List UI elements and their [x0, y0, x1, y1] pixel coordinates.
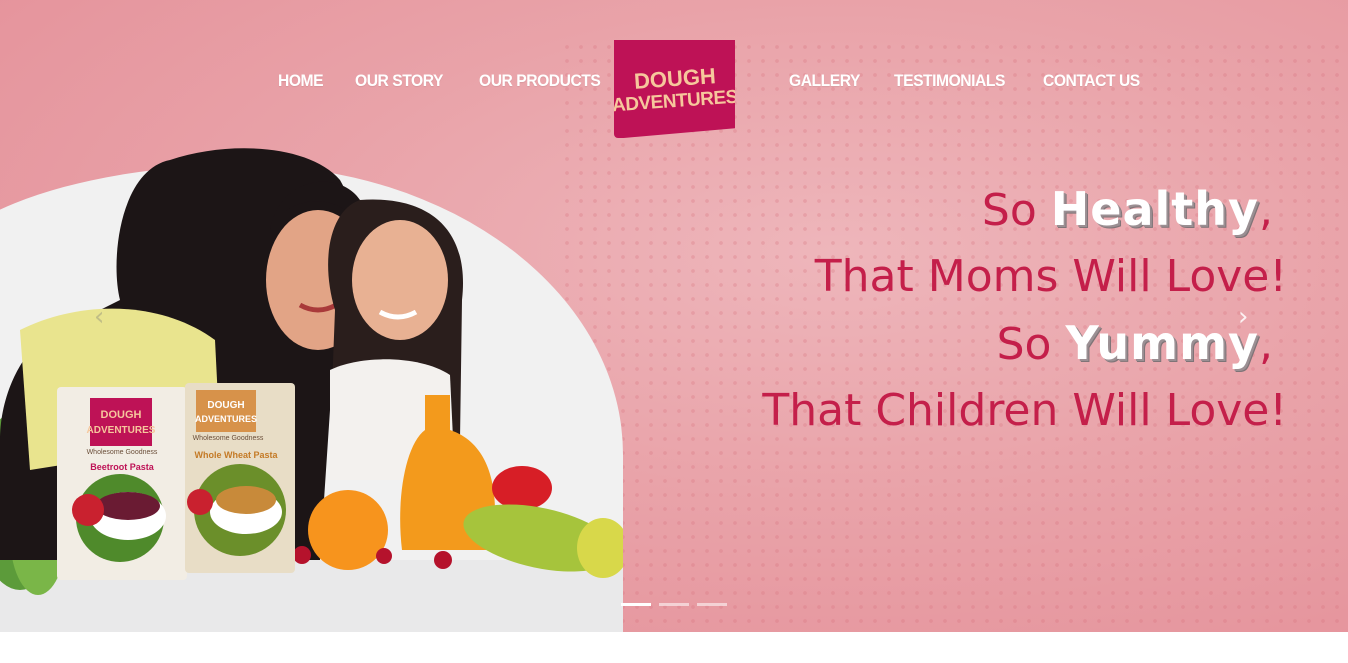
nav-testimonials[interactable]: TESTIMONIALS	[894, 68, 1005, 94]
pack2-brand-line1: DOUGH	[207, 400, 244, 411]
headline-line-3: So Yummy,	[762, 310, 1287, 378]
pack1-tagline: Wholesome Goodness	[87, 449, 158, 456]
carousel-indicators	[621, 603, 727, 606]
carousel-prev-arrow-icon[interactable]: ‹	[94, 304, 104, 330]
beetroot-pasta-pack: DOUGH ADVENTURES Wholesome Goodness Beet…	[57, 387, 187, 580]
headline-accent-healthy: Healthy	[1050, 182, 1259, 236]
nav-gallery[interactable]: GALLERY	[789, 68, 860, 94]
headline-line-1: So Healthy,	[762, 176, 1287, 244]
brand-logo[interactable]: DOUGH ADVENTURES	[614, 40, 735, 138]
pack1-name: Beetroot Pasta	[90, 462, 155, 472]
headline-line3-prefix: So	[996, 319, 1052, 370]
main-nav-right: GALLERY TESTIMONIALS CONTACT US	[789, 68, 1148, 94]
headline-line1-prefix: So	[981, 185, 1037, 236]
pack1-brand-line1: DOUGH	[101, 409, 142, 421]
carousel-indicator-2[interactable]	[659, 603, 689, 606]
logo-line2: ADVENTURES	[610, 86, 739, 116]
nav-our-story[interactable]: OUR STORY	[355, 68, 443, 94]
hero-banner: DOUGH ADVENTURES Wholesome Goodness Beet…	[0, 0, 1348, 632]
pack2-tagline: Wholesome Goodness	[193, 435, 264, 442]
pack1-brand-line2: ADVENTURES	[87, 425, 156, 436]
carousel-indicator-1[interactable]	[621, 603, 651, 606]
hero-headline: So Healthy, That Moms Will Love! So Yumm…	[762, 176, 1287, 444]
headline-line3-suffix: ,	[1259, 319, 1273, 370]
headline-line-4: That Children Will Love!	[762, 385, 1287, 436]
headline-line-2: That Moms Will Love!	[814, 251, 1287, 302]
hero-photo: DOUGH ADVENTURES Wholesome Goodness Beet…	[0, 148, 623, 632]
nav-contact-us[interactable]: CONTACT US	[1043, 68, 1140, 94]
page-below-hero	[0, 632, 1348, 663]
pack2-brand-line2: ADVENTURES	[195, 414, 257, 424]
headline-accent-yummy: Yummy	[1065, 316, 1259, 370]
pack2-name: Whole Wheat Pasta	[194, 450, 278, 460]
carousel-indicator-3[interactable]	[697, 603, 727, 606]
whole-wheat-pasta-pack: DOUGH ADVENTURES Wholesome Goodness Whol…	[185, 383, 295, 573]
nav-our-products[interactable]: OUR PRODUCTS	[479, 68, 601, 94]
headline-line1-suffix: ,	[1259, 185, 1273, 236]
nav-home[interactable]: HOME	[278, 68, 324, 94]
main-nav-left: HOME OUR STORY OUR PRODUCTS	[278, 68, 611, 94]
